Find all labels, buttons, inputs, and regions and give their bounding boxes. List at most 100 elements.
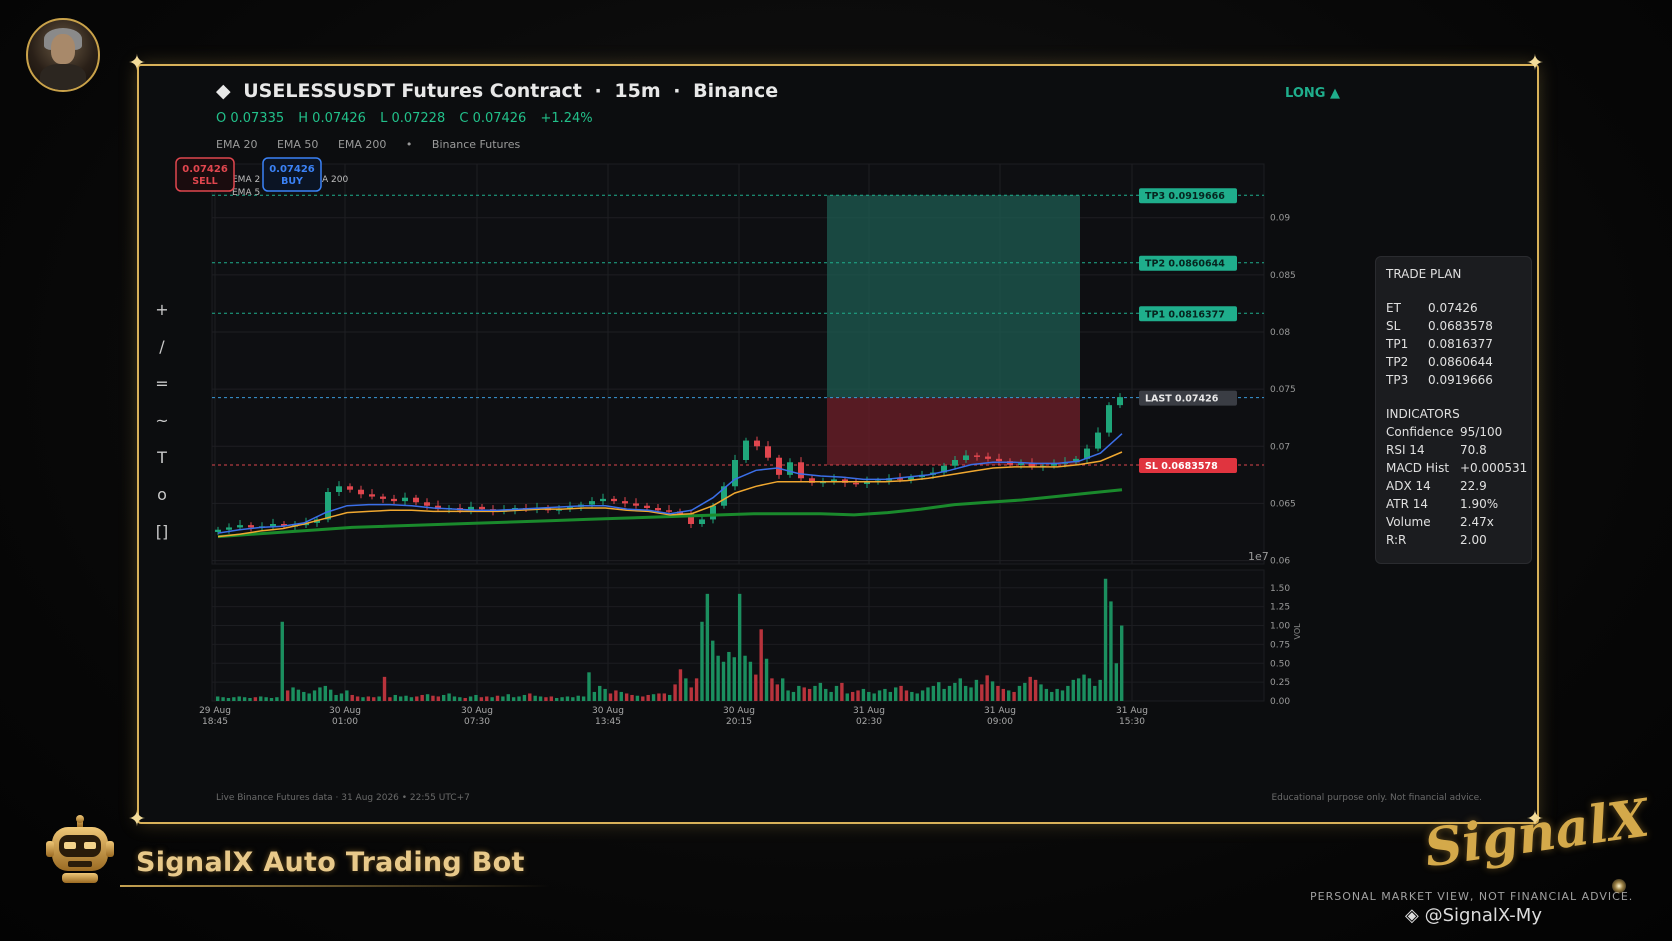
trade-plan-row: TP1 0.0816377 [1386, 337, 1493, 351]
volume-bar [877, 690, 882, 701]
volume-bar [1028, 676, 1032, 701]
candle-body [358, 489, 364, 495]
x-tick-time: 01:00 [332, 717, 358, 727]
volume-bar [549, 696, 554, 701]
rectangle-tool[interactable]: [] [152, 522, 172, 559]
sparkle-icon: ✦ [127, 807, 147, 832]
volume-bar [1023, 682, 1027, 701]
candle-body [765, 446, 771, 458]
volume-bar [818, 682, 823, 701]
indicator-row: R:R 2.00 [1386, 533, 1487, 547]
ema50-legend[interactable]: EMA 50 [277, 138, 318, 151]
ema-legend: EMA 20 EMA 50 EMA 200 • Binance Futures [216, 138, 536, 151]
timeframe-label[interactable]: 15m [614, 80, 660, 102]
volume-bar [732, 657, 736, 701]
volume-bar [689, 687, 693, 701]
candle-body [952, 460, 958, 466]
volume-bar [904, 690, 909, 701]
volume-bar [1120, 625, 1124, 701]
volume-bar [1082, 674, 1086, 701]
candle-body [1117, 397, 1123, 406]
volume-bar [259, 696, 263, 701]
volume-bar [1007, 690, 1011, 701]
volume-bar [409, 697, 414, 701]
ema200-legend[interactable]: EMA 200 [338, 138, 386, 151]
volume-bar [598, 685, 602, 701]
volume-bar [829, 691, 833, 701]
chart-canvas[interactable]: 29 Aug18:4530 Aug01:0030 Aug07:3030 Aug1… [175, 157, 1362, 764]
volume-bar [899, 685, 903, 701]
last-price-tag-label: LAST 0.07426 [1145, 394, 1219, 405]
volume-bar [716, 655, 720, 701]
volume-bar [969, 687, 973, 701]
volume-bar [937, 682, 941, 701]
legend-dot: • [405, 138, 413, 151]
volume-bar [856, 690, 860, 701]
volume-bar [786, 690, 790, 701]
drawing-toolbar: + / = ~ T o [] [152, 300, 172, 559]
volume-bar [285, 690, 290, 701]
horizontal-line-tool[interactable]: = [152, 374, 172, 411]
candle-body [325, 492, 331, 520]
trade-plan-title: TRADE PLAN [1386, 267, 1462, 281]
candle-body [600, 498, 606, 502]
candle-body [380, 496, 386, 499]
open-value: O 0.07335 [216, 111, 285, 126]
x-tick-date: 29 Aug [199, 706, 231, 716]
volume-bar [463, 697, 467, 701]
x-tick-time: 18:45 [202, 717, 228, 727]
crosshair-tool[interactable]: + [152, 300, 172, 337]
volume-bar [323, 685, 328, 701]
x-tick-time: 15:30 [1119, 717, 1145, 727]
volume-bar [910, 691, 914, 701]
y-tick-label: 0.06 [1270, 557, 1290, 567]
volume-bar [221, 697, 225, 701]
candle-body [226, 527, 232, 530]
volume-bar [495, 695, 500, 701]
position-side-badge: LONG ▲ [1285, 86, 1340, 101]
volume-bar [560, 697, 564, 701]
volume-bar [996, 685, 1000, 701]
ema20-legend[interactable]: EMA 20 [216, 138, 257, 151]
brush-tool[interactable]: ~ [152, 411, 172, 448]
y-tick-label: 0.075 [1270, 385, 1296, 395]
volume-bar [538, 696, 543, 701]
circle-tool[interactable]: o [152, 485, 172, 522]
candle-body [369, 494, 375, 497]
candle-body [248, 525, 254, 528]
y-tick-label: 0.065 [1270, 499, 1296, 509]
lens-flare [1612, 879, 1626, 893]
volume-bar [565, 696, 570, 701]
volume-bar [651, 694, 656, 701]
volume-bar [614, 690, 618, 701]
trendline-tool[interactable]: / [152, 337, 172, 374]
volume-tick-label: 1.00 [1270, 622, 1290, 632]
volume-bar [302, 691, 306, 701]
text-tool[interactable]: T [152, 448, 172, 485]
user-avatar[interactable] [26, 18, 100, 92]
volume-bar [296, 689, 301, 701]
volume-bar [436, 696, 441, 701]
volume-bar [915, 693, 919, 701]
candle-body [611, 498, 617, 502]
volume-bar [511, 697, 516, 701]
volume-bar [791, 691, 796, 701]
volume-bar [479, 697, 484, 701]
volume-bar [985, 675, 989, 701]
volume-bar [775, 684, 780, 701]
price-chart[interactable]: 29 Aug 18:45 30 Aug 01:00 30 Aug 07:30 30 Aug 1… [175, 157, 1362, 764]
volume-bar [624, 693, 629, 701]
volume-bar [442, 694, 446, 701]
volume-bar [635, 695, 640, 701]
trade-plan-row: SL 0.0683578 [1386, 319, 1493, 333]
candle-body [424, 502, 430, 506]
candle-body [655, 508, 661, 511]
volume-bar [339, 693, 344, 701]
candle-body [237, 525, 243, 528]
candle-body [622, 501, 628, 504]
volume-bar [366, 696, 371, 701]
volume-bar [1114, 663, 1119, 701]
data-source-label: Binance Futures [431, 138, 521, 151]
candle-body [666, 510, 672, 512]
buy-price: 0.07426 [269, 164, 315, 175]
